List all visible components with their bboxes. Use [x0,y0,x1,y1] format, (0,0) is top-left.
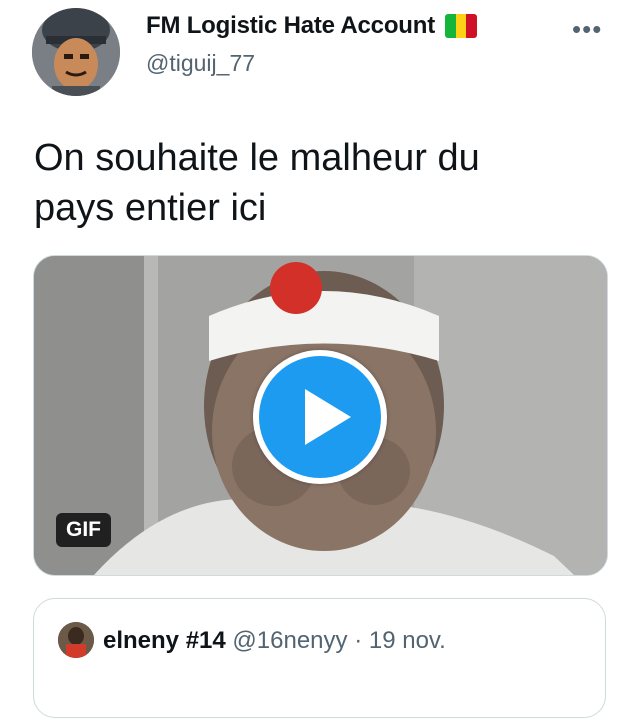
quoted-author-name[interactable]: elneny #14 [103,627,226,654]
quoted-author-handle[interactable]: @16nenyy [232,627,347,654]
avatar-image [32,8,120,96]
mali-flag-icon [445,14,477,38]
author-display-name[interactable]: FM Logistic Hate Account [146,12,477,40]
tweet-text-line-1: On souhaite le malheur du [34,137,480,179]
quoted-tweet-header: elneny #14 @16nenyy · 19 nov. [103,627,446,655]
play-triangle [305,389,351,445]
play-icon[interactable] [253,350,387,484]
author-handle[interactable]: @tiguij_77 [146,50,255,77]
tweet-text-line-2: pays entier ici [34,187,267,229]
flag-stripe-green [445,14,456,38]
quoted-tweet-date[interactable]: 19 nov. [369,627,446,654]
flag-stripe-red [466,14,477,38]
quoted-author-avatar[interactable] [58,622,94,658]
quoted-tweet-card[interactable] [33,598,606,718]
author-avatar[interactable] [32,8,120,96]
meta-separator: · [354,627,363,654]
author-name-text: FM Logistic Hate Account [146,12,435,39]
tweet-text: On souhaite le malheur du pays entier ic… [34,133,604,233]
quoted-avatar-image [58,622,94,658]
flag-stripe-yellow [455,14,467,38]
more-options-icon[interactable]: ••• [572,14,602,45]
gif-badge: GIF [56,513,111,547]
